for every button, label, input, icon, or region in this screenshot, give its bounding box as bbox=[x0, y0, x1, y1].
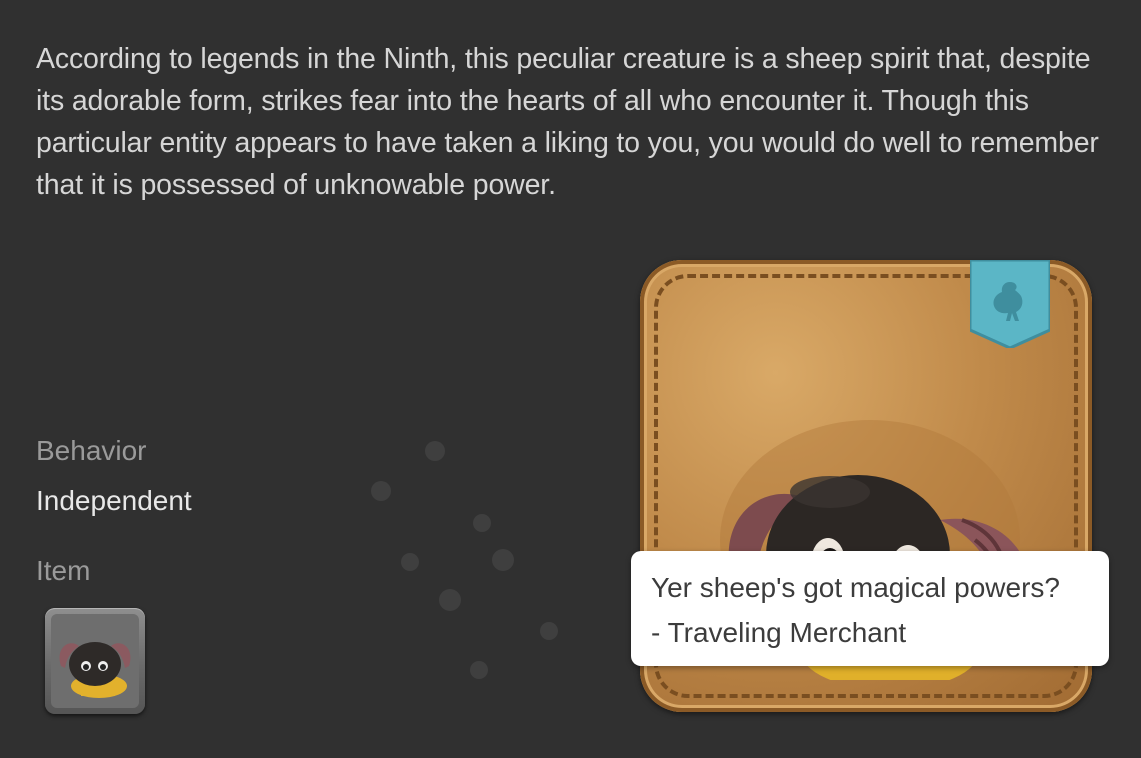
quote-tooltip: Yer sheep's got magical powers? - Travel… bbox=[631, 551, 1109, 666]
item-label: Item bbox=[36, 555, 91, 586]
loading-dots bbox=[371, 441, 558, 679]
behavior-value: Independent bbox=[36, 485, 192, 516]
quote-author: - Traveling Merchant bbox=[651, 617, 907, 648]
quote-text: Yer sheep's got magical powers? bbox=[651, 572, 1060, 603]
item-icon-button[interactable] bbox=[45, 608, 145, 714]
chocobo-icon bbox=[970, 260, 1050, 348]
minion-description: According to legends in the Ninth, this … bbox=[36, 43, 1099, 201]
sheep-item-icon bbox=[51, 614, 139, 708]
behavior-label: Behavior bbox=[36, 435, 147, 466]
